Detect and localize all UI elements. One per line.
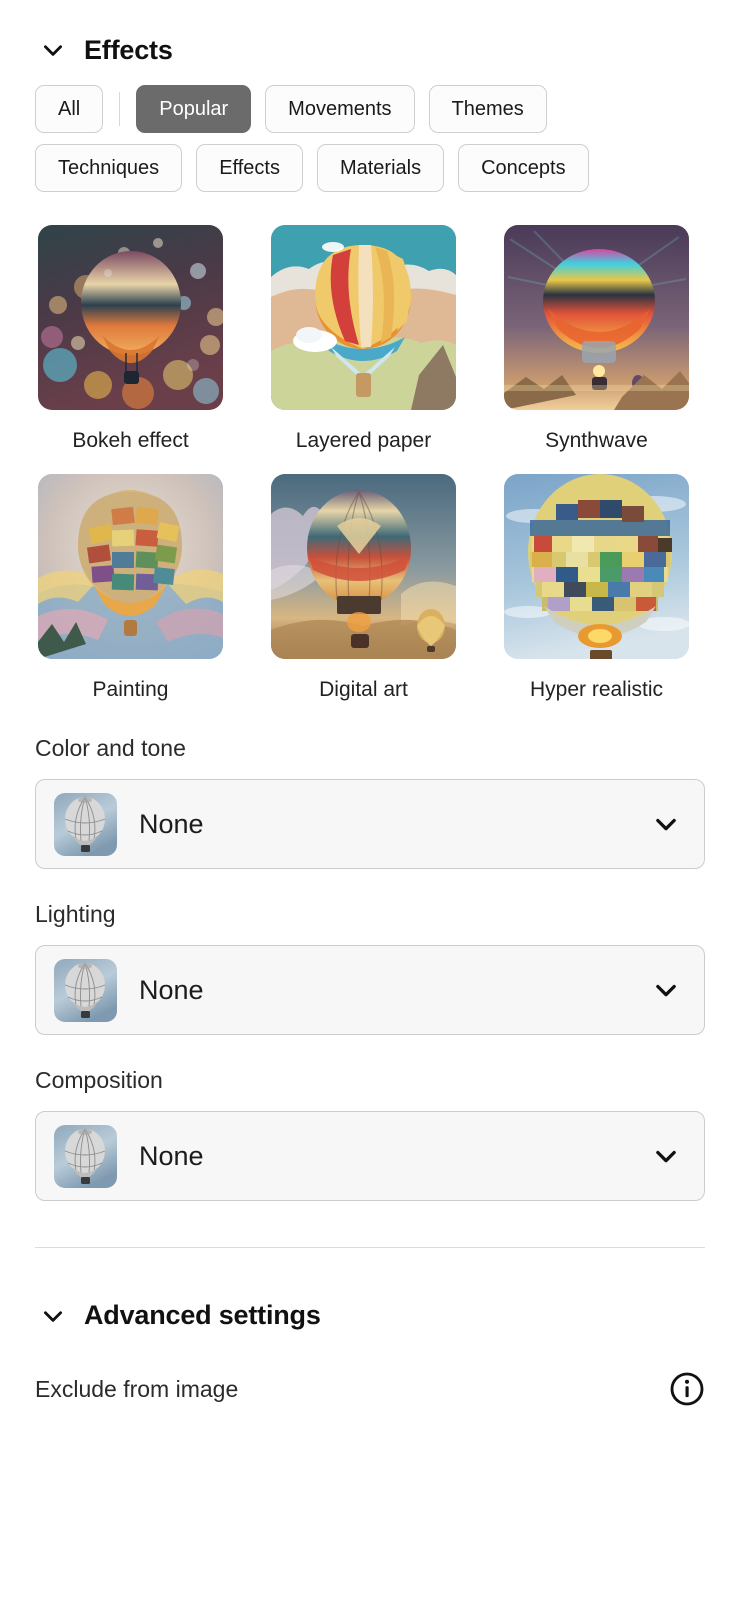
color-and-tone-label: Color and tone	[35, 735, 186, 762]
color-and-tone-value: None	[139, 808, 204, 839]
balloon-grayscale-icon	[54, 792, 117, 856]
preset-thumbnail-hyper-realistic[interactable]	[504, 474, 689, 660]
advanced-settings-header[interactable]: Advanced settings	[0, 1248, 740, 1331]
advanced-settings-title: Advanced settings	[84, 1300, 321, 1331]
synthwave-image	[504, 225, 689, 410]
hyper-realistic-image	[504, 474, 689, 660]
color-and-tone-select[interactable]: None	[35, 779, 705, 870]
lighting-label: Lighting	[35, 901, 116, 928]
balloon-grayscale-icon	[54, 958, 117, 1022]
preset-label: Painting	[92, 678, 169, 702]
preset-item: Painting	[38, 474, 223, 701]
filter-chip-row-primary: All Popular Movements Themes	[0, 70, 740, 133]
composition-select[interactable]: None	[35, 1111, 705, 1202]
chevron-down-icon	[656, 1151, 676, 1163]
preset-label: Hyper realistic	[529, 678, 664, 702]
filter-chip-row-secondary: Techniques Effects Materials Concepts	[0, 133, 740, 192]
effect-preset-grid: Bokeh effect Layered paper Synthwave Pai…	[0, 192, 740, 701]
filter-chip-concepts[interactable]: Concepts	[458, 144, 589, 192]
layered-paper-image	[271, 225, 456, 410]
balloon-grayscale-thumbnail	[54, 792, 117, 856]
chevron-down-icon	[656, 985, 676, 997]
preset-label: Digital art	[319, 678, 408, 702]
preset-item: Digital art	[271, 474, 456, 701]
painting-image	[38, 474, 223, 660]
exclude-from-image-label: Exclude from image	[35, 1375, 239, 1402]
preset-item: Layered paper	[271, 225, 456, 452]
lighting-group: Lighting None	[0, 901, 740, 1036]
effects-panel: Effects All Popular Movements Themes Tec…	[0, 0, 740, 1602]
preset-label: Synthwave	[545, 429, 648, 452]
info-circle-icon[interactable]	[669, 1371, 705, 1407]
balloon-grayscale-icon	[54, 1124, 117, 1188]
preset-label: Layered paper	[295, 429, 432, 452]
lighting-select[interactable]: None	[35, 945, 705, 1036]
filter-chip-movements[interactable]: Movements	[265, 85, 415, 133]
effects-section-header[interactable]: Effects	[0, 0, 740, 70]
filter-chip-all[interactable]: All	[35, 85, 104, 133]
bokeh-effect-image	[38, 225, 223, 410]
exclude-from-image-row: Exclude from image	[0, 1331, 740, 1407]
filter-chip-themes[interactable]: Themes	[428, 85, 547, 133]
balloon-grayscale-thumbnail	[54, 958, 117, 1022]
balloon-grayscale-thumbnail	[54, 1124, 117, 1188]
digital-art-image	[271, 474, 456, 660]
composition-label: Composition	[35, 1067, 163, 1094]
chip-divider	[119, 92, 121, 126]
preset-thumbnail-synthwave[interactable]	[504, 225, 689, 410]
preset-label: Bokeh effect	[72, 429, 189, 452]
lighting-value: None	[139, 974, 204, 1005]
preset-item: Hyper realistic	[504, 474, 689, 701]
chevron-down-icon	[656, 819, 676, 831]
composition-group: Composition None	[0, 1067, 740, 1202]
composition-value: None	[139, 1140, 204, 1171]
filter-chip-materials[interactable]: Materials	[316, 144, 445, 192]
chevron-down-icon	[44, 45, 62, 56]
preset-thumbnail-layered-paper[interactable]	[271, 225, 456, 410]
page-title: Effects	[84, 34, 173, 65]
preset-thumbnail-digital-art[interactable]	[271, 474, 456, 660]
preset-thumbnail-bokeh-effect[interactable]	[38, 225, 223, 410]
preset-item: Bokeh effect	[38, 225, 223, 452]
preset-thumbnail-painting[interactable]	[38, 474, 223, 660]
preset-item: Synthwave	[504, 225, 689, 452]
filter-chip-effects[interactable]: Effects	[196, 144, 303, 192]
filter-chip-popular[interactable]: Popular	[136, 85, 252, 133]
chevron-down-icon	[44, 1311, 62, 1322]
filter-chip-techniques[interactable]: Techniques	[35, 144, 183, 192]
color-and-tone-group: Color and tone None	[0, 735, 740, 870]
